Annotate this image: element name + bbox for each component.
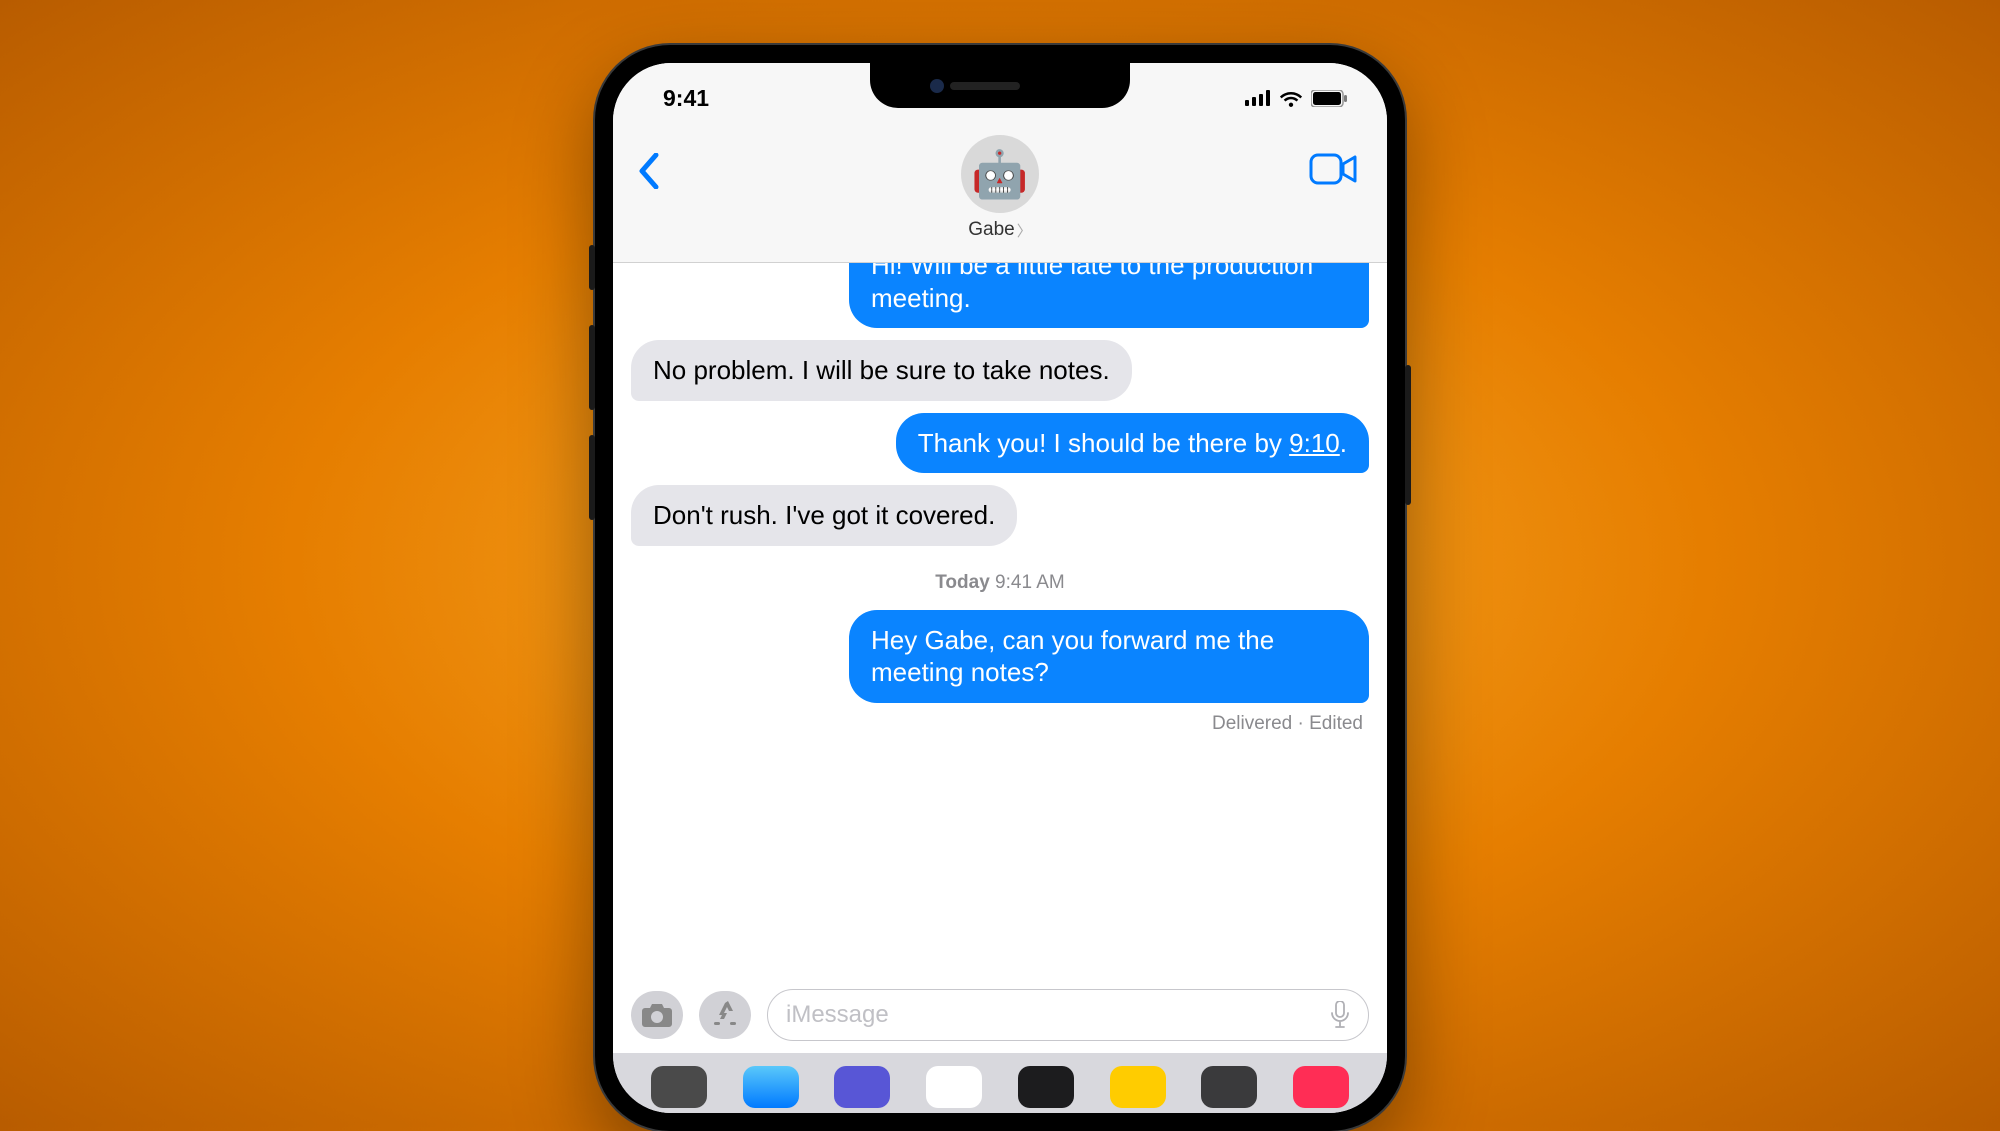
power-button <box>1405 365 1411 505</box>
message-input[interactable]: iMessage <box>767 989 1369 1041</box>
wifi-icon <box>1279 89 1303 107</box>
drawer-app[interactable] <box>1201 1066 1257 1108</box>
avatar: 🤖 <box>961 135 1039 213</box>
drawer-app[interactable] <box>1293 1066 1349 1108</box>
notch <box>870 63 1130 108</box>
chevron-left-icon <box>638 153 660 189</box>
input-bar: iMessage <box>613 977 1387 1053</box>
nav-header: 🤖 Gabe 〉 <box>613 123 1387 263</box>
app-store-icon <box>710 1000 740 1030</box>
drawer-app[interactable] <box>1110 1066 1166 1108</box>
facetime-button[interactable] <box>1309 153 1357 190</box>
message-received[interactable]: Don't rush. I've got it covered. <box>631 485 1369 546</box>
message-sent[interactable]: Thank you! I should be there by 9:10. <box>631 413 1369 474</box>
message-sent[interactable]: Hi! Will be a little late to the product… <box>631 263 1369 328</box>
cellular-icon <box>1245 90 1271 106</box>
mute-switch <box>589 245 595 290</box>
volume-up <box>589 325 595 410</box>
drawer-app[interactable] <box>834 1066 890 1108</box>
battery-icon <box>1311 90 1347 107</box>
contact-header[interactable]: 🤖 Gabe 〉 <box>961 135 1039 241</box>
delivery-status: Delivered · Edited <box>631 713 1369 735</box>
message-bubble: Hi! Will be a little late to the product… <box>849 263 1369 328</box>
back-button[interactable] <box>638 135 660 189</box>
message-list[interactable]: Hi! Will be a little late to the product… <box>613 263 1387 977</box>
message-received[interactable]: No problem. I will be sure to take notes… <box>631 340 1369 401</box>
time-link[interactable]: 9:10 <box>1289 428 1340 458</box>
mic-icon[interactable] <box>1330 1001 1350 1029</box>
drawer-app[interactable] <box>1018 1066 1074 1108</box>
timestamp-divider: Today 9:41 AM <box>631 572 1369 594</box>
video-icon <box>1309 153 1357 185</box>
drawer-app[interactable] <box>926 1066 982 1108</box>
phone-frame: 9:41 🤖 Gabe 〉 H <box>595 45 1405 1131</box>
status-time: 9:41 <box>663 85 709 112</box>
message-bubble: Thank you! I should be there by 9:10. <box>896 413 1369 474</box>
message-bubble: No problem. I will be sure to take notes… <box>631 340 1132 401</box>
volume-down <box>589 435 595 520</box>
app-drawer[interactable] <box>613 1053 1387 1113</box>
camera-icon <box>641 1002 673 1028</box>
chevron-right-icon: 〉 <box>1017 220 1032 241</box>
status-right <box>1245 89 1347 107</box>
contact-name: Gabe <box>968 219 1014 241</box>
message-bubble: Don't rush. I've got it covered. <box>631 485 1017 546</box>
camera-button[interactable] <box>631 991 683 1039</box>
drawer-app[interactable] <box>651 1066 707 1108</box>
message-bubble: Hey Gabe, can you forward me the meeting… <box>849 610 1369 703</box>
input-placeholder: iMessage <box>786 1001 889 1029</box>
drawer-app[interactable] <box>743 1066 799 1108</box>
screen: 9:41 🤖 Gabe 〉 H <box>613 63 1387 1113</box>
app-store-button[interactable] <box>699 991 751 1039</box>
message-sent[interactable]: Hey Gabe, can you forward me the meeting… <box>631 610 1369 703</box>
